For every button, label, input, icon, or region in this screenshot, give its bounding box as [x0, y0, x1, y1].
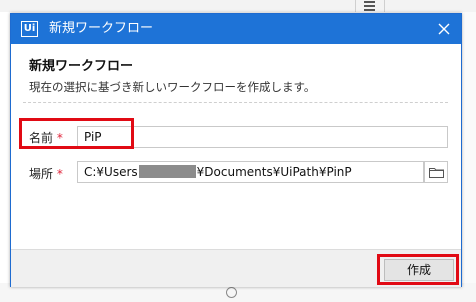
redacted-username — [138, 165, 196, 178]
new-workflow-dialog: Ui 新規ワークフロー 新規ワークフロー 現在の選択に基づき新しいワークフローを… — [10, 13, 462, 287]
divider — [23, 102, 448, 103]
dialog-title: 新規ワークフロー — [49, 21, 154, 36]
location-input[interactable]: C:¥Users ¥Documents¥UiPath¥PinP — [77, 161, 424, 183]
location-required-mark: * — [56, 167, 63, 181]
app-logo-icon: Ui — [21, 21, 38, 37]
location-label: 場所 * — [29, 165, 63, 182]
info-icon — [226, 287, 237, 298]
location-label-text: 場所 — [29, 167, 54, 181]
dialog-titlebar: Ui 新規ワークフロー — [11, 14, 461, 44]
background-app-panel — [464, 12, 476, 302]
folder-icon — [429, 168, 444, 178]
location-path-prefix: C:¥Users — [84, 165, 138, 179]
highlight-create-button — [377, 254, 459, 285]
highlight-name-field — [19, 118, 134, 149]
dialog-description: 現在の選択に基づき新しいワークフローを作成します。 — [29, 80, 316, 94]
location-path-suffix: ¥Documents¥UiPath¥PinP — [196, 165, 352, 179]
close-button[interactable] — [427, 14, 461, 44]
browse-folder-button[interactable] — [424, 161, 448, 183]
menu-icon[interactable] — [355, 0, 385, 12]
dialog-heading: 新規ワークフロー — [29, 59, 134, 74]
close-icon — [438, 23, 450, 35]
background-app-toolbar — [0, 0, 476, 12]
